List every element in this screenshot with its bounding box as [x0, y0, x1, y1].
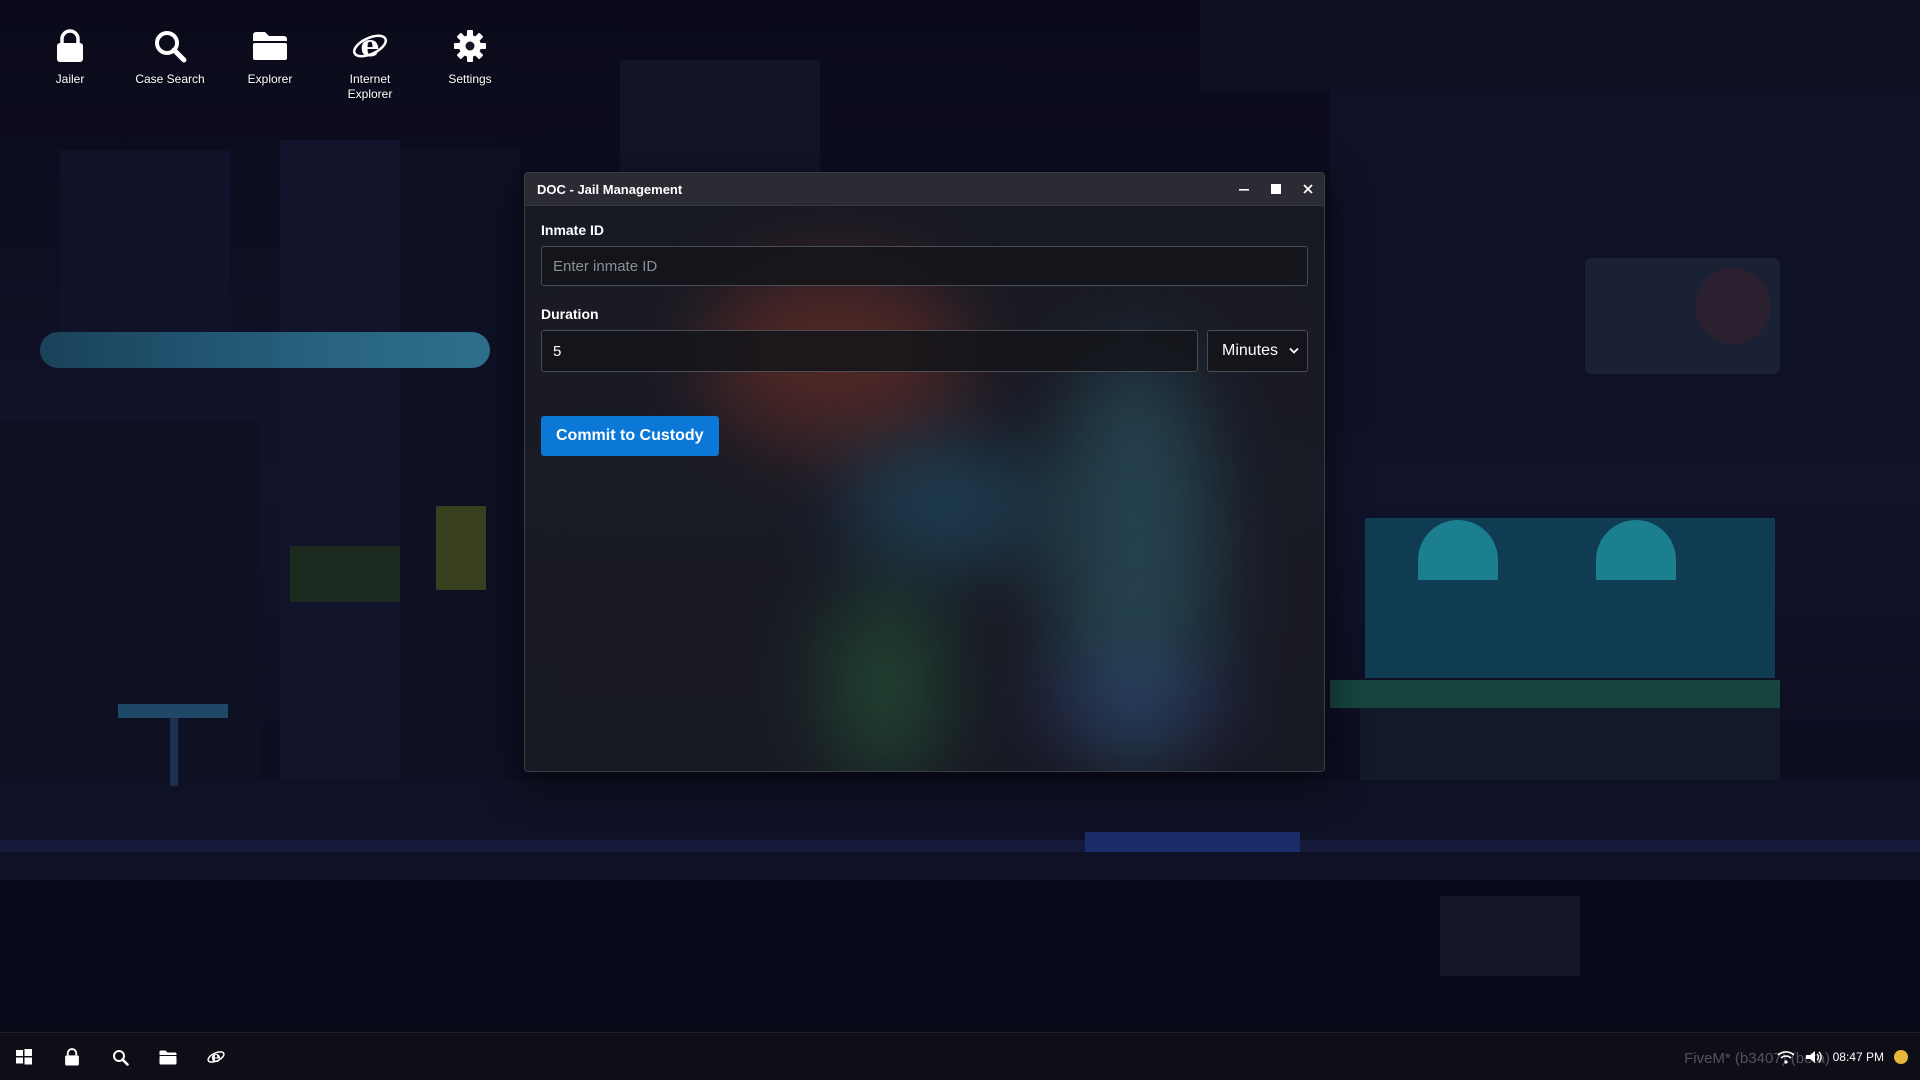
- search-icon: [112, 1049, 129, 1066]
- desktop-icon-explorer[interactable]: Explorer: [220, 20, 320, 102]
- maximize-icon: [1271, 184, 1281, 194]
- minimize-button[interactable]: [1228, 173, 1260, 205]
- gear-icon: [453, 20, 487, 72]
- internet-explorer-icon: e: [352, 20, 388, 72]
- window-content: Inmate ID Duration Minutes Commit to Cus…: [525, 206, 1324, 472]
- desktop-icon-internet-explorer[interactable]: e Internet Explorer: [320, 20, 420, 102]
- chevron-down-icon: [1289, 347, 1299, 354]
- system-tray: 08:47 PM: [1777, 1033, 1908, 1080]
- lock-icon: [65, 1048, 79, 1066]
- taskbar-explorer[interactable]: [144, 1033, 192, 1080]
- taskbar-internet-explorer[interactable]: e: [192, 1033, 240, 1080]
- commit-to-custody-button[interactable]: Commit to Custody: [541, 416, 719, 456]
- desktop-icon-settings[interactable]: Settings: [420, 20, 520, 102]
- windows-start-icon: [16, 1049, 32, 1065]
- desktop-icon-jailer[interactable]: Jailer: [20, 20, 120, 102]
- folder-icon: [159, 1050, 177, 1064]
- duration-input[interactable]: [541, 330, 1198, 372]
- svg-text:e: e: [360, 29, 379, 64]
- volume-icon[interactable]: [1805, 1050, 1823, 1064]
- maximize-button[interactable]: [1260, 173, 1292, 205]
- inmate-id-label: Inmate ID: [541, 222, 605, 238]
- search-icon: [153, 20, 187, 72]
- wifi-icon[interactable]: [1777, 1050, 1795, 1064]
- taskbar: e FiveM* (b3407) (beta) 08:47 PM: [0, 1032, 1920, 1080]
- inmate-id-input[interactable]: [541, 246, 1308, 286]
- close-icon: [1303, 184, 1313, 194]
- desktop-icon-label: Internet Explorer: [347, 72, 393, 101]
- lock-icon: [55, 20, 85, 72]
- jail-management-window: DOC - Jail Management Inmate ID Duration…: [524, 172, 1325, 772]
- desktop-icon-label: Jailer: [55, 72, 85, 86]
- desktop-icon-case-search[interactable]: Case Search: [120, 20, 220, 102]
- taskbar-case-search[interactable]: [96, 1033, 144, 1080]
- start-button[interactable]: [0, 1033, 48, 1080]
- duration-unit-select[interactable]: Minutes: [1207, 330, 1308, 372]
- notification-icon[interactable]: [1894, 1050, 1908, 1064]
- duration-unit-value: Minutes: [1222, 342, 1279, 359]
- duration-row: Minutes: [541, 330, 1308, 372]
- taskbar-jailer[interactable]: [48, 1033, 96, 1080]
- desktop-icon-label: Case Search: [135, 72, 205, 86]
- window-title: DOC - Jail Management: [537, 181, 683, 197]
- desktop-icon-label: Explorer: [247, 72, 293, 86]
- desktop-icons: Jailer Case Search Explorer e Internet E…: [20, 20, 520, 102]
- minimize-icon: [1239, 189, 1249, 191]
- duration-label: Duration: [541, 306, 599, 322]
- svg-text:e: e: [211, 1048, 221, 1066]
- window-titlebar[interactable]: DOC - Jail Management: [525, 173, 1324, 206]
- close-button[interactable]: [1292, 173, 1324, 205]
- folder-icon: [252, 20, 288, 72]
- clock: 08:47 PM: [1832, 1050, 1884, 1064]
- internet-explorer-icon: e: [207, 1048, 225, 1066]
- desktop-icon-label: Settings: [448, 72, 492, 86]
